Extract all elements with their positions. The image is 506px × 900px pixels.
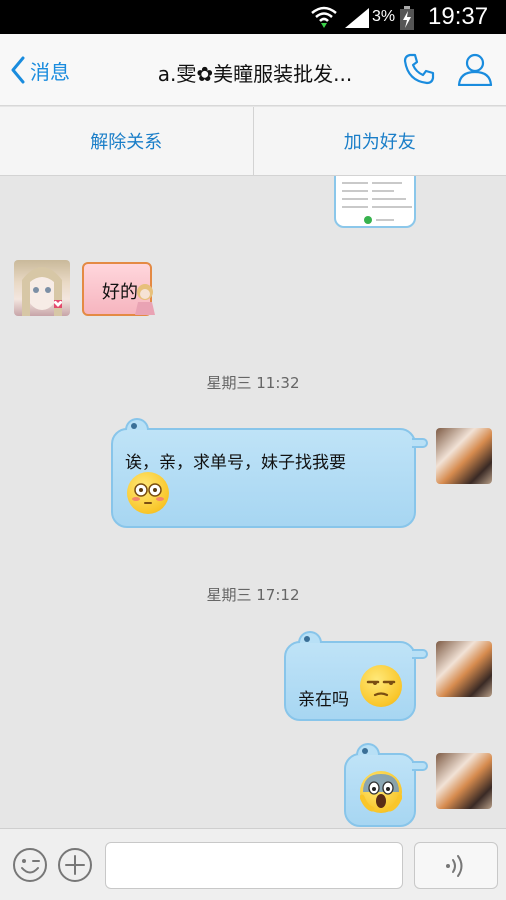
doll-sticker-icon: [135, 284, 155, 315]
timestamp: 星期三 17:12: [206, 586, 300, 604]
outgoing-bubble[interactable]: 诶，亲，求单号，妹子找我要: [111, 418, 428, 528]
outgoing-bubble[interactable]: [344, 743, 428, 827]
incoming-bubble[interactable]: 好的: [82, 262, 155, 316]
chevron-left-icon: [11, 56, 25, 84]
timestamp: 星期三 11:32: [206, 374, 300, 392]
back-label: 消息: [30, 59, 70, 84]
message-input[interactable]: [105, 842, 403, 889]
contact-avatar[interactable]: [14, 260, 70, 316]
unamused-emoji-icon: [360, 665, 402, 707]
chat-header: 消息 a.雯✿美瞳服装批发...: [0, 34, 506, 106]
voice-button[interactable]: [414, 842, 498, 889]
scream-emoji-icon: [359, 771, 403, 813]
call-button[interactable]: [402, 52, 436, 90]
profile-button[interactable]: [456, 52, 494, 90]
relationship-actions: 解除关系 加为好友: [0, 107, 506, 176]
voice-icon: [446, 854, 463, 877]
battery-percent: 3%: [372, 8, 396, 25]
status-bar: 3% 19:37: [0, 0, 506, 34]
my-avatar[interactable]: [436, 428, 492, 484]
back-button[interactable]: 消息: [10, 54, 70, 86]
profile-icon: [457, 53, 493, 87]
wifi-icon: [311, 6, 337, 32]
add-friend-button[interactable]: 加为好友: [254, 107, 506, 175]
my-avatar[interactable]: [436, 753, 492, 809]
signal-icon: [345, 8, 369, 32]
chat-title: a.雯✿美瞳服装批发...: [157, 62, 353, 86]
my-avatar[interactable]: [436, 641, 492, 697]
emoji-icon: [13, 848, 47, 882]
image-message[interactable]: [334, 176, 416, 228]
outgoing-bubble[interactable]: 亲在吗: [284, 631, 428, 721]
emoji-button[interactable]: [12, 847, 48, 887]
flushed-emoji-icon: [127, 472, 169, 514]
remove-relationship-button[interactable]: 解除关系: [0, 107, 253, 175]
battery-charging-icon: [399, 6, 415, 34]
phone-icon: [403, 53, 435, 85]
chat-area[interactable]: 好的 星期三 11:32 诶，亲，求单号，妹子找我要 星期三 17:12 亲在吗: [0, 176, 506, 828]
outgoing-text: 诶，亲，求单号，妹子找我要: [125, 453, 346, 473]
plus-icon: [58, 848, 92, 882]
outgoing-text: 亲在吗: [298, 690, 349, 710]
more-button[interactable]: [57, 847, 93, 887]
clock: 19:37: [428, 3, 489, 30]
input-bar: [0, 828, 506, 900]
